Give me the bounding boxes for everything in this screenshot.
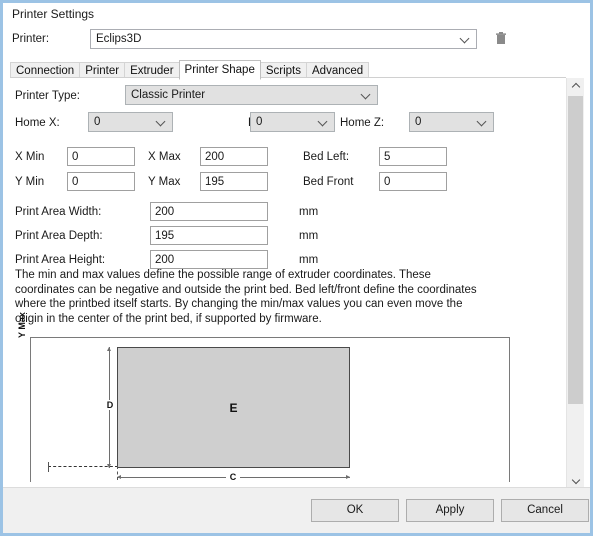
bed-front-input[interactable]: 0 <box>379 172 447 191</box>
x-max-input[interactable]: 200 <box>200 147 268 166</box>
diagram-vertical-dimension-label: D <box>103 400 117 410</box>
print-area-height-label: Print Area Height: <box>15 254 106 266</box>
printer-select[interactable]: Eclips3D <box>90 29 477 49</box>
printer-type-label: Printer Type: <box>15 90 80 102</box>
printer-shape-diagram: Y Max E D C <box>15 312 560 482</box>
diagram-bed-left-dimension-line <box>48 466 118 467</box>
trash-icon[interactable] <box>492 30 510 48</box>
y-max-value: 195 <box>205 176 225 188</box>
tab-printer-shape[interactable]: Printer Shape <box>178 60 261 80</box>
print-area-height-unit: mm <box>299 254 319 266</box>
print-area-height-input[interactable]: 200 <box>150 250 268 269</box>
print-area-width-value: 200 <box>155 206 175 218</box>
printer-type-value: Classic Printer <box>131 89 206 101</box>
x-max-value: 200 <box>205 151 225 163</box>
chevron-down-icon <box>573 476 579 482</box>
home-y-value: 0 <box>256 116 263 128</box>
print-area-depth-unit: mm <box>299 230 319 242</box>
bed-left-input[interactable]: 5 <box>379 147 447 166</box>
dialog-titlebar: Printer Settings <box>3 3 590 25</box>
ok-button[interactable]: OK <box>311 499 399 522</box>
home-z-value: 0 <box>415 116 422 128</box>
bed-left-value: 5 <box>384 151 391 163</box>
bed-front-value: 0 <box>384 176 391 188</box>
chevron-down-icon <box>461 34 469 42</box>
chevron-up-icon <box>573 83 579 89</box>
print-area-depth-label: Print Area Depth: <box>15 230 103 242</box>
x-min-input[interactable]: 0 <box>67 147 135 166</box>
chevron-down-icon <box>319 117 327 125</box>
home-y-select[interactable]: 0 <box>250 112 335 132</box>
chevron-down-icon <box>478 117 486 125</box>
x-max-label: X Max <box>148 151 181 163</box>
home-z-label: Home Z: <box>340 117 385 129</box>
description-text: The min and max values define the possib… <box>15 269 477 325</box>
y-min-input[interactable]: 0 <box>67 172 135 191</box>
dialog-body: Printer Settings Printer: Eclips3D Conne… <box>3 3 590 533</box>
home-z-select[interactable]: 0 <box>409 112 494 132</box>
printer-type-select[interactable]: Classic Printer <box>125 85 378 105</box>
diagram-outer-frame: E D C <box>30 337 510 482</box>
scroll-down-button[interactable] <box>567 471 584 488</box>
vertical-scrollbar[interactable] <box>566 78 584 488</box>
diagram-horizontal-dimension-label: C <box>226 472 240 482</box>
y-max-input[interactable]: 195 <box>200 172 268 191</box>
apply-button[interactable]: Apply <box>406 499 494 522</box>
y-max-label: Y Max <box>148 176 181 188</box>
x-min-label: X Min <box>15 151 45 163</box>
tab-bar: Connection Printer Extruder Printer Shape Sc… <box>10 60 370 80</box>
printer-select-value: Eclips3D <box>96 33 142 45</box>
x-min-value: 0 <box>72 151 79 163</box>
scrollbar-thumb[interactable] <box>568 96 583 404</box>
diagram-print-bed: E <box>117 347 350 468</box>
print-area-width-unit: mm <box>299 206 319 218</box>
bed-left-label: Bed Left: <box>303 151 350 163</box>
printer-shape-panel: Printer Type: Classic Printer Home X: 0 … <box>10 78 566 488</box>
diagram-y-axis-label: Y Max <box>17 312 27 338</box>
home-x-value: 0 <box>94 116 101 128</box>
cancel-button[interactable]: Cancel <box>501 499 589 522</box>
printer-settings-dialog: Printer Settings Printer: Eclips3D Conne… <box>0 0 593 536</box>
chevron-down-icon <box>362 90 370 98</box>
scroll-up-button[interactable] <box>567 78 584 95</box>
y-min-label: Y Min <box>15 176 45 188</box>
dialog-footer: OK Apply Cancel <box>3 487 590 533</box>
diagram-tick-origin <box>48 462 49 472</box>
diagram-bed-label: E <box>229 400 238 415</box>
diagram-bed-left-guide <box>117 466 118 480</box>
bed-front-label: Bed Front <box>303 176 354 188</box>
print-area-width-input[interactable]: 200 <box>150 202 268 221</box>
home-x-select[interactable]: 0 <box>88 112 173 132</box>
home-x-label: Home X: <box>15 117 60 129</box>
print-area-height-value: 200 <box>155 254 175 266</box>
print-area-width-label: Print Area Width: <box>15 206 102 218</box>
dialog-title: Printer Settings <box>12 7 95 21</box>
printer-label: Printer: <box>12 33 50 45</box>
y-min-value: 0 <box>72 176 79 188</box>
printer-selector-row: Printer: Eclips3D <box>3 27 590 53</box>
print-area-depth-value: 195 <box>155 230 175 242</box>
chevron-down-icon <box>157 117 165 125</box>
print-area-depth-input[interactable]: 195 <box>150 226 268 245</box>
